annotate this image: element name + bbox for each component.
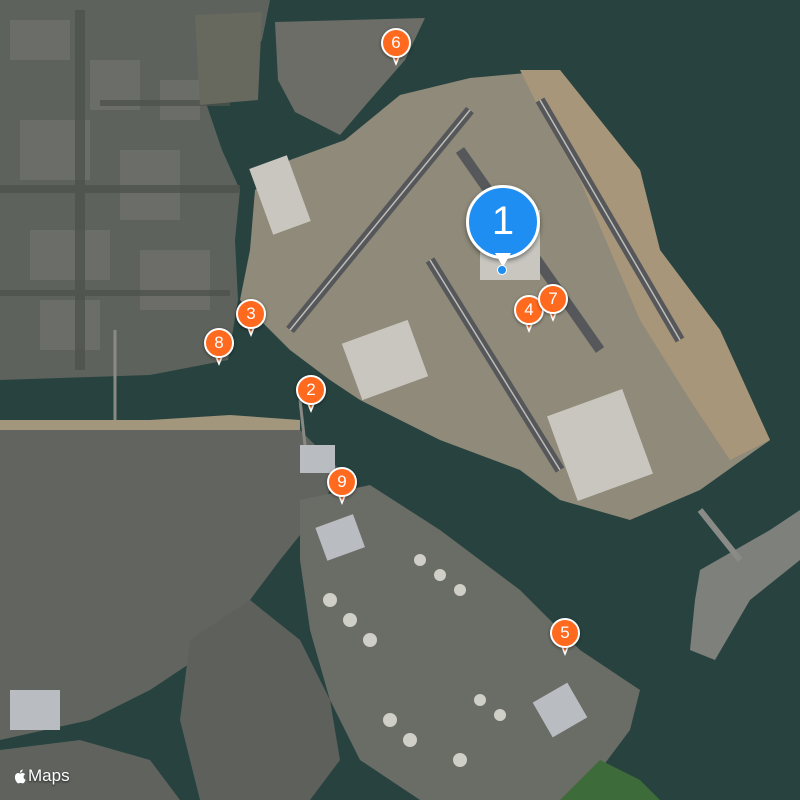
pin-label-1: 1 [466,185,540,259]
map-pin-2[interactable]: 2 [296,375,326,415]
map-pin-8[interactable]: 8 [204,328,234,368]
map-pin-5[interactable]: 5 [550,618,580,658]
maps-attribution[interactable]: Maps [12,766,70,786]
pin-label-3: 3 [236,299,266,329]
pin-label-5: 5 [550,618,580,648]
location-dot [497,265,507,275]
pin-label-2: 2 [296,375,326,405]
attribution-text: Maps [28,766,70,785]
map-pin-9[interactable]: 9 [327,467,357,507]
map-pin-3[interactable]: 3 [236,299,266,339]
apple-logo-icon [14,769,26,783]
pin-label-6: 6 [381,28,411,58]
pin-label-7: 7 [538,284,568,314]
map-pin-1[interactable]: 1 [466,185,540,275]
satellite-map[interactable]: 1 2 3 4 5 6 7 8 9 Maps [0,0,800,800]
map-imagery [0,0,800,800]
map-pin-6[interactable]: 6 [381,28,411,68]
pin-label-8: 8 [204,328,234,358]
map-pin-7[interactable]: 7 [538,284,568,324]
pin-label-9: 9 [327,467,357,497]
